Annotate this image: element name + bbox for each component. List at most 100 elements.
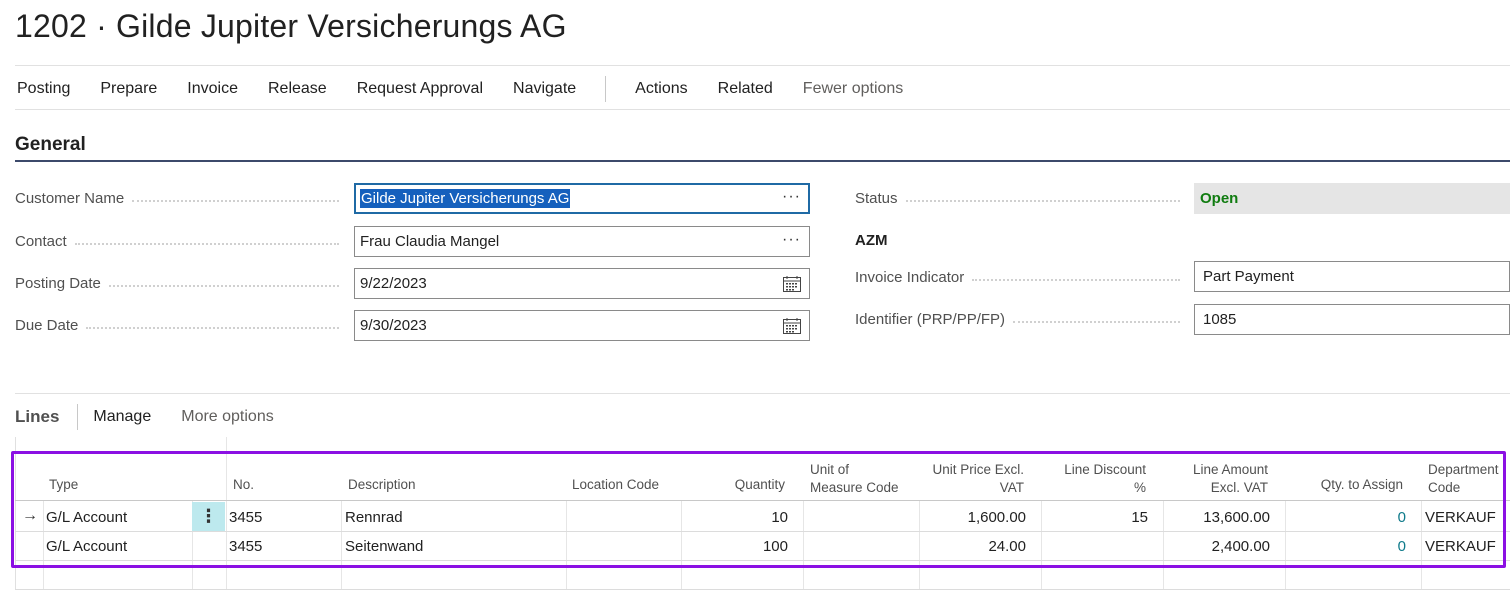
row2-line-amount[interactable]: 2,400.00 — [1163, 538, 1270, 555]
col-header-line-discount-line2: % — [1133, 480, 1146, 495]
col-header-uom-line1: Unit of — [810, 462, 850, 477]
col-header-line-discount-line1: Line Discount — [1064, 462, 1146, 477]
action-posting[interactable]: Posting — [0, 80, 85, 98]
row1-department-code[interactable]: VERKAUF — [1425, 509, 1496, 526]
posting-date-row: Posting Date — [15, 275, 347, 292]
due-date-label: Due Date — [15, 317, 79, 334]
section-rule — [15, 160, 1510, 162]
col-header-no[interactable]: No. — [233, 476, 254, 494]
row1-quantity[interactable]: 10 — [681, 509, 788, 526]
row2-type[interactable]: G/L Account — [46, 538, 127, 555]
identifier-label: Identifier (PRP/PP/FP) — [855, 311, 1006, 328]
row2-quantity[interactable]: 100 — [681, 538, 788, 555]
row1-description[interactable]: Rennrad — [345, 509, 403, 526]
divider — [15, 65, 1510, 66]
grid-row-line — [15, 531, 1510, 532]
posting-date-label: Posting Date — [15, 275, 101, 292]
lines-grid: Type No. Description Location Code Quant… — [15, 437, 1510, 590]
status-row: Status — [855, 190, 1188, 207]
row1-qty-to-assign[interactable]: 0 — [1285, 509, 1406, 526]
customer-name-field[interactable]: Gilde Jupiter Versicherungs AG ··· — [354, 183, 810, 214]
col-header-unit-price-line1: Unit Price Excl. — [932, 462, 1024, 477]
posting-date-value: 9/22/2023 — [360, 275, 427, 292]
action-navigate[interactable]: Navigate — [498, 80, 591, 98]
col-header-quantity[interactable]: Quantity — [687, 476, 785, 494]
posting-date-field[interactable]: 9/22/2023 — [354, 268, 810, 299]
action-separator — [605, 76, 607, 102]
contact-row: Contact — [15, 233, 347, 250]
col-header-unit-price[interactable]: Unit Price Excl. VAT — [919, 461, 1024, 497]
status-value: Open — [1194, 183, 1510, 214]
grid-col-line — [566, 501, 567, 590]
col-header-line-amount-line1: Line Amount — [1192, 462, 1268, 477]
identifier-row: Identifier (PRP/PP/FP) — [855, 311, 1188, 328]
status-label: Status — [855, 190, 898, 207]
action-related[interactable]: Related — [703, 80, 788, 98]
action-release[interactable]: Release — [253, 80, 342, 98]
action-prepare[interactable]: Prepare — [85, 80, 172, 98]
row-menu-icon[interactable]: ⋮ — [192, 502, 225, 531]
invoice-indicator-row: Invoice Indicator — [855, 269, 1188, 286]
col-header-department-line1: Department — [1428, 462, 1499, 477]
lines-header: Lines Manage More options — [15, 404, 304, 430]
more-icon[interactable]: ··· — [782, 188, 801, 206]
label-dots — [86, 326, 339, 329]
divider — [15, 393, 1510, 394]
calendar-icon[interactable] — [783, 318, 801, 334]
action-bar: Posting Prepare Invoice Release Request … — [0, 74, 918, 104]
manage-button[interactable]: Manage — [93, 408, 151, 426]
grid-col-line — [43, 501, 44, 590]
col-header-location-code[interactable]: Location Code — [572, 476, 659, 494]
col-header-uom[interactable]: Unit of Measure Code — [810, 461, 899, 497]
invoice-indicator-field[interactable]: Part Payment — [1194, 261, 1510, 292]
grid-row-line — [15, 560, 1510, 561]
grid-header-line — [15, 500, 1510, 501]
grid-border — [15, 437, 16, 590]
row2-department-code[interactable]: VERKAUF — [1425, 538, 1496, 555]
col-header-line-amount[interactable]: Line Amount Excl. VAT — [1163, 461, 1268, 497]
col-header-line-discount[interactable]: Line Discount % — [1041, 461, 1146, 497]
row1-line-amount[interactable]: 13,600.00 — [1163, 509, 1270, 526]
section-title-general[interactable]: General — [15, 134, 86, 156]
row1-no[interactable]: 3455 — [229, 509, 262, 526]
more-options-button[interactable]: More options — [181, 408, 274, 426]
lines-title[interactable]: Lines — [15, 407, 59, 427]
grid-col-line — [803, 501, 804, 590]
row2-unit-price[interactable]: 24.00 — [919, 538, 1026, 555]
col-header-unit-price-line2: VAT — [999, 480, 1024, 495]
page-title: 1202 · Gilde Jupiter Versicherungs AG — [15, 8, 567, 44]
col-header-qty-to-assign[interactable]: Qty. to Assign — [1285, 476, 1403, 494]
identifier-field[interactable]: 1085 — [1194, 304, 1510, 335]
grid-col-line — [1421, 501, 1422, 590]
row1-unit-price[interactable]: 1,600.00 — [919, 509, 1026, 526]
fewer-options-button[interactable]: Fewer options — [788, 80, 919, 98]
label-dots — [108, 284, 339, 287]
label-dots — [972, 278, 1180, 281]
customer-name-value: Gilde Jupiter Versicherungs AG — [360, 189, 571, 208]
action-actions[interactable]: Actions — [620, 80, 702, 98]
customer-name-row: Customer Name — [15, 190, 347, 207]
action-invoice[interactable]: Invoice — [172, 80, 253, 98]
customer-name-label: Customer Name — [15, 190, 125, 207]
col-header-department-code[interactable]: Department Code — [1428, 461, 1499, 497]
current-row-arrow-icon: → — [22, 507, 38, 524]
more-icon[interactable]: ··· — [782, 231, 801, 249]
contact-label: Contact — [15, 233, 67, 250]
col-header-department-line2: Code — [1428, 480, 1461, 495]
row1-line-discount[interactable]: 15 — [1041, 509, 1148, 526]
row2-no[interactable]: 3455 — [229, 538, 262, 555]
row2-qty-to-assign[interactable]: 0 — [1285, 538, 1406, 555]
action-request-approval[interactable]: Request Approval — [342, 80, 498, 98]
calendar-icon[interactable] — [783, 276, 801, 292]
azm-group-title: AZM — [855, 232, 888, 249]
contact-field[interactable]: Frau Claudia Mangel ··· — [354, 226, 810, 257]
row1-type[interactable]: G/L Account — [46, 509, 127, 526]
contact-value: Frau Claudia Mangel — [360, 233, 500, 250]
due-date-field[interactable]: 9/30/2023 — [354, 310, 810, 341]
grid-col-line — [226, 437, 227, 590]
label-dots — [74, 242, 339, 245]
row2-description[interactable]: Seitenwand — [345, 538, 423, 555]
label-dots — [1013, 320, 1180, 323]
col-header-type[interactable]: Type — [49, 476, 78, 494]
col-header-description[interactable]: Description — [348, 476, 416, 494]
